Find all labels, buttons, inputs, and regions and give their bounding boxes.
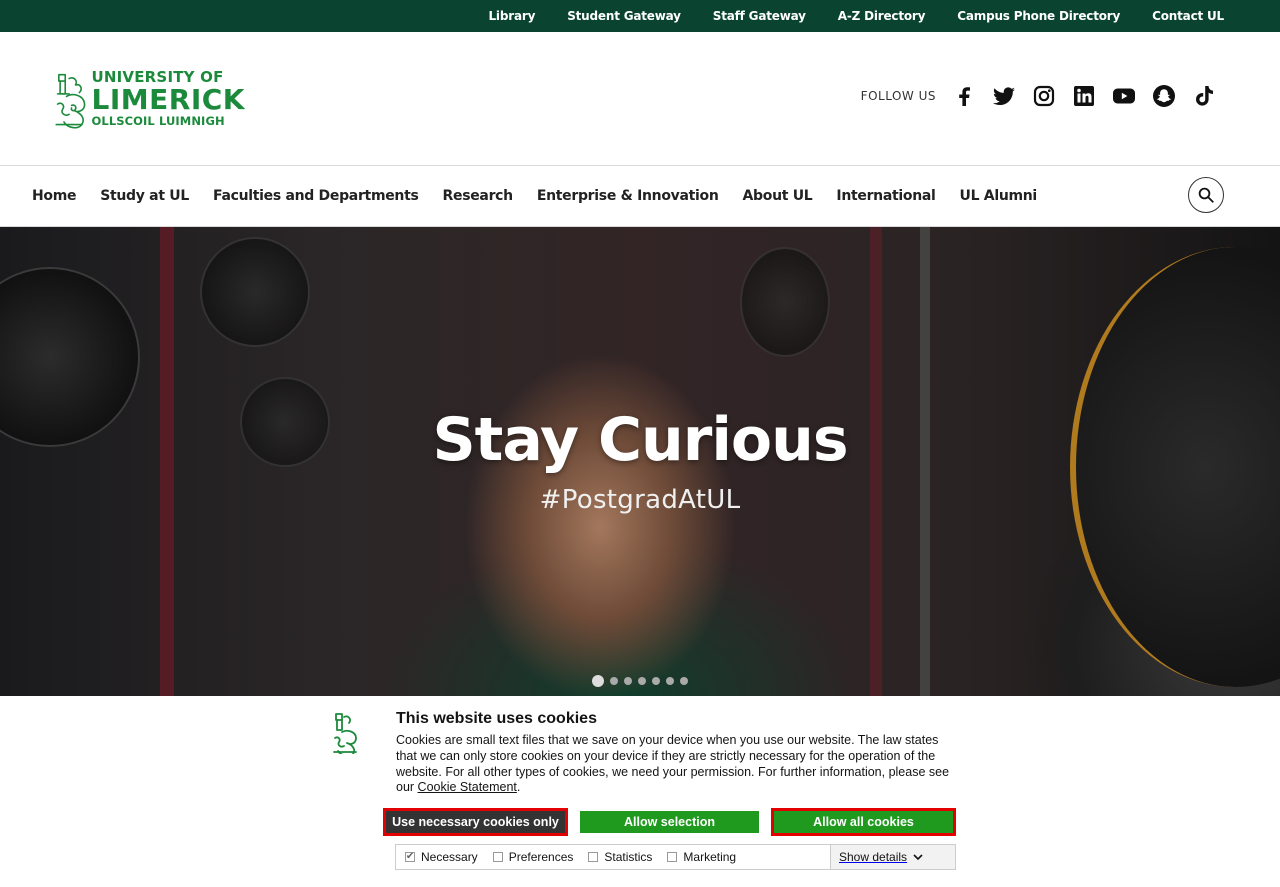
slider-dot[interactable] (680, 677, 688, 685)
nav-ul-alumni[interactable]: UL Alumni (960, 188, 1038, 204)
utility-link-az-directory[interactable]: A-Z Directory (838, 9, 926, 23)
checkbox-label: Preferences (508, 850, 574, 864)
nav-enterprise-innovation[interactable]: Enterprise & Innovation (537, 188, 719, 204)
cookie-banner-text: Cookies are small text files that we sav… (396, 733, 952, 796)
checkbox-label: Marketing (683, 850, 737, 864)
university-logo[interactable]: UNIVERSITY OF LIMERICK OLLSCOIL LUIMNIGH (55, 54, 245, 144)
checkbox-statistics[interactable] (588, 852, 599, 862)
show-details-label: Show details (839, 850, 908, 864)
logo-line-limerick: LIMERICK (91, 83, 245, 117)
cookie-level-preferences[interactable]: Preferences (492, 850, 574, 864)
hero-slider: Stay Curious #PostgradAtUL (0, 227, 1280, 696)
nav-international[interactable]: International (836, 188, 935, 204)
cookie-level-marketing[interactable]: Marketing (667, 850, 736, 864)
slider-dot[interactable] (652, 677, 660, 685)
chevron-down-icon (913, 854, 923, 861)
checkbox-preferences[interactable] (492, 852, 503, 862)
cookie-banner-title: This website uses cookies (396, 710, 597, 727)
hero-subtitle: #PostgradAtUL (539, 485, 741, 515)
hero-weight-plate (200, 237, 310, 347)
search-button[interactable] (1188, 177, 1224, 213)
cookie-statement-link[interactable]: Cookie Statement (418, 780, 517, 794)
instagram-icon[interactable] (1024, 82, 1064, 110)
cookie-consent-banner: This website uses cookies Cookies are sm… (0, 696, 1280, 887)
nav-study-at-ul[interactable]: Study at UL (100, 188, 189, 204)
cookie-banner-logo-icon (333, 713, 357, 754)
utility-link-campus-phone-directory[interactable]: Campus Phone Directory (957, 9, 1120, 23)
slider-dot[interactable] (624, 677, 632, 685)
utility-link-staff-gateway[interactable]: Staff Gateway (713, 9, 806, 23)
checkbox-label: Statistics (604, 850, 653, 864)
utility-link-contact-ul[interactable]: Contact UL (1152, 9, 1224, 23)
nav-home[interactable]: Home (32, 188, 77, 204)
allow-selection-button[interactable]: Allow selection (580, 811, 759, 833)
checkbox-label: Necessary (421, 850, 478, 864)
show-details-link[interactable]: Show details (830, 845, 955, 869)
checkbox-necessary[interactable]: ✔ (405, 852, 415, 862)
logo-line-ollscoil: OLLSCOIL LUIMNIGH (91, 114, 225, 129)
nav-faculties-and-departments[interactable]: Faculties and Departments (213, 188, 419, 204)
utility-bar: Library Student Gateway Staff Gateway A-… (0, 0, 1280, 32)
cookie-level-necessary[interactable]: ✔ Necessary (405, 850, 478, 864)
utility-link-library[interactable]: Library (488, 9, 535, 23)
search-icon (1198, 187, 1214, 203)
nav-research[interactable]: Research (443, 188, 514, 204)
utility-nav: Library Student Gateway Staff Gateway A-… (0, 0, 1280, 32)
snapchat-icon[interactable] (1144, 82, 1184, 110)
slider-dot[interactable] (638, 677, 646, 685)
main-navigation: Home Study at UL Faculties and Departmen… (0, 166, 1280, 227)
use-necessary-cookies-button[interactable]: Use necessary cookies only (383, 808, 568, 836)
youtube-icon[interactable] (1104, 82, 1144, 110)
slider-dot[interactable] (666, 677, 674, 685)
tiktok-icon[interactable] (1184, 82, 1224, 110)
slider-dot[interactable] (592, 675, 604, 687)
follow-us-bar: FOLLOW US (861, 82, 1224, 110)
linkedin-icon[interactable] (1064, 82, 1104, 110)
slider-pagination (592, 675, 694, 687)
utility-link-student-gateway[interactable]: Student Gateway (567, 9, 681, 23)
twitter-icon[interactable] (984, 82, 1024, 110)
cookie-levels-bar: ✔ Necessary Preferences Statistics Market… (395, 844, 956, 870)
facebook-icon[interactable] (944, 82, 984, 110)
cookie-banner-text-end: . (516, 780, 521, 795)
cookie-level-statistics[interactable]: Statistics (588, 850, 652, 864)
nav-about-ul[interactable]: About UL (743, 188, 813, 204)
logo-crest-icon (55, 73, 86, 129)
checkbox-marketing[interactable] (667, 852, 678, 862)
slider-dot[interactable] (610, 677, 618, 685)
allow-all-cookies-button[interactable]: Allow all cookies (771, 808, 956, 836)
hero-title: Stay Curious (432, 405, 848, 475)
hero-weight-plate (740, 247, 830, 357)
site-header: UNIVERSITY OF LIMERICK OLLSCOIL LUIMNIGH… (0, 32, 1280, 166)
follow-us-label: FOLLOW US (860, 89, 936, 103)
